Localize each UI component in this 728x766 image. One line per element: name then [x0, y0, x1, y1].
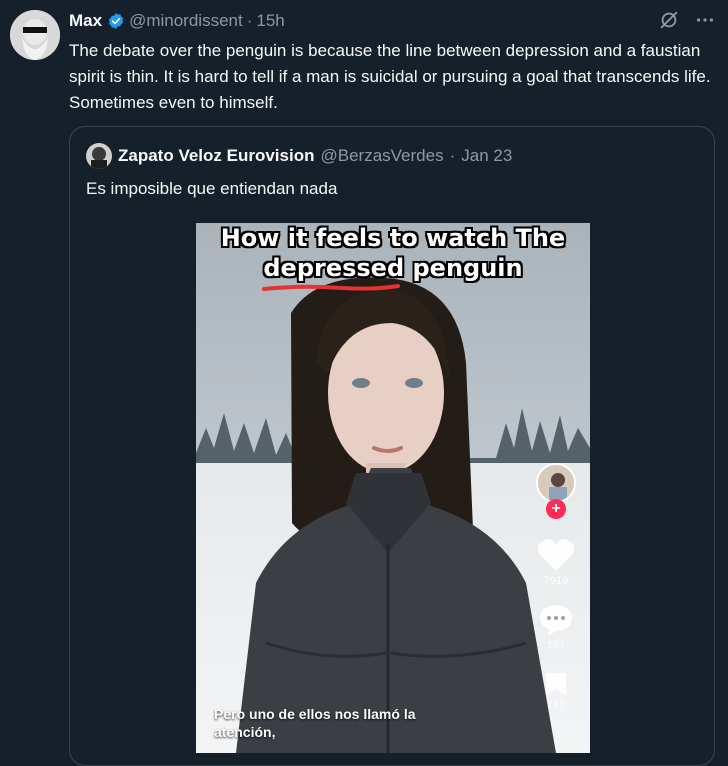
quoted-author-name: Zapato Veloz Eurovision	[118, 146, 315, 165]
author-name[interactable]: Max	[69, 11, 102, 31]
quoted-separator-dot: ·	[449, 146, 456, 165]
share-count: 717	[546, 699, 566, 711]
share-icon[interactable]	[542, 669, 570, 697]
video-overlay-title: How it feels to watch The depressed peng…	[196, 223, 590, 283]
quoted-tweet-card[interactable]: Zapato Veloz Eurovision @BerzasVerdes · …	[69, 126, 715, 766]
more-icon[interactable]	[694, 9, 716, 31]
comment-count: 137	[546, 639, 566, 651]
quoted-tweet-timestamp: Jan 23	[461, 146, 513, 165]
grok-icon[interactable]	[658, 9, 680, 31]
quoted-tweet-text: Es imposible que entiendan nada	[86, 179, 338, 198]
tiktok-side-controls: + 7919 137 717	[534, 463, 578, 753]
tweet-header: Max @minordissent · 15h	[69, 8, 285, 34]
like-count: 7919	[543, 575, 569, 587]
author-handle[interactable]: @minordissent	[129, 11, 243, 31]
tweet-timestamp[interactable]: 15h	[256, 11, 284, 31]
plus-icon[interactable]: +	[546, 499, 566, 519]
quoted-author-handle: @BerzasVerdes	[320, 146, 444, 165]
quoted-tweet-header: Zapato Veloz Eurovision @BerzasVerdes · …	[86, 143, 512, 169]
video-person	[236, 277, 556, 753]
video-caption: Pero uno de ellos nos llamó la atención,	[214, 706, 416, 740]
comment-bubble-icon[interactable]	[538, 603, 574, 637]
overlay-title-line-1: How it feels to watch The	[220, 224, 566, 252]
verified-badge-icon	[107, 12, 125, 30]
tweet-actions	[658, 9, 716, 31]
overlay-title-line-2: depressed penguin	[263, 254, 523, 282]
creator-avatar[interactable]	[536, 463, 576, 503]
quoted-tweet-video[interactable]: How it feels to watch The depressed peng…	[196, 223, 590, 753]
quoted-author-avatar	[86, 143, 112, 169]
author-avatar[interactable]	[10, 10, 60, 60]
separator-dot: ·	[246, 11, 253, 30]
red-scribble-underline	[262, 284, 400, 291]
tweet-text: The debate over the penguin is because t…	[69, 41, 711, 112]
heart-icon[interactable]	[536, 537, 576, 573]
